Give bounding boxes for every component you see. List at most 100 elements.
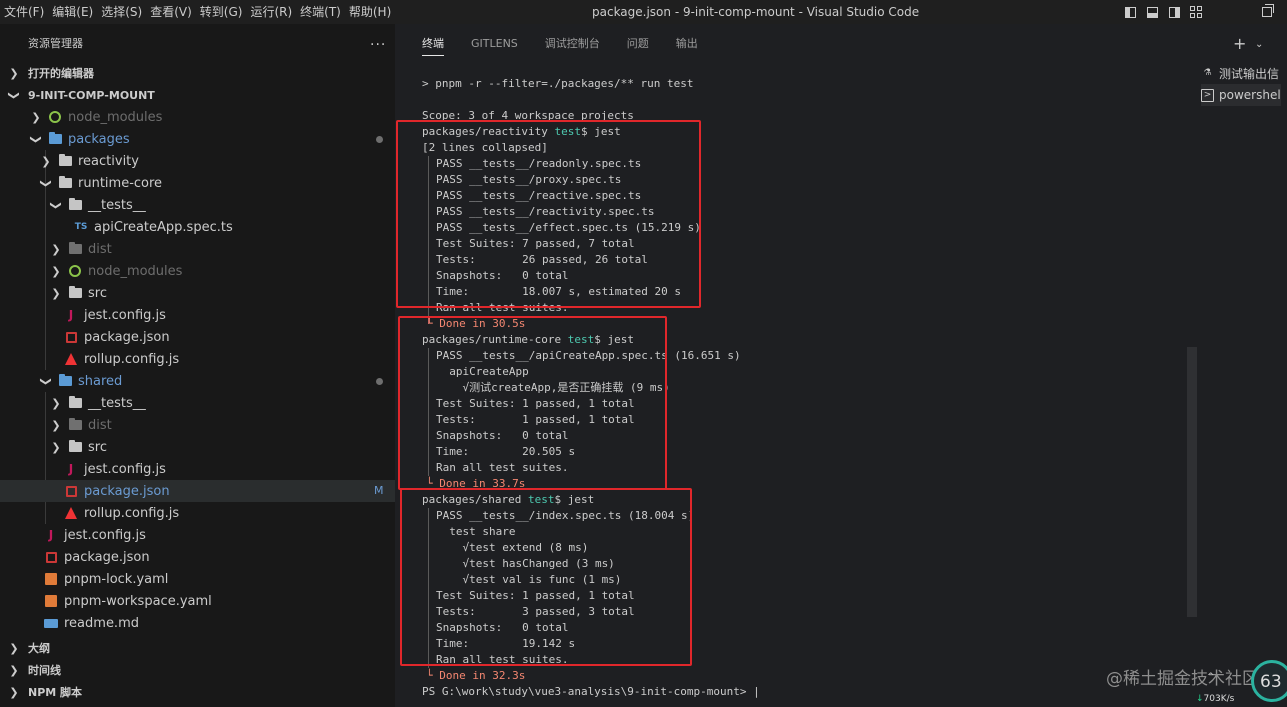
toggle-sidebar-button[interactable] — [1119, 0, 1141, 24]
toggle-panel-button[interactable] — [1141, 0, 1163, 24]
terminal-line: └ Done in 32.3s — [426, 669, 526, 682]
secondary-sidebar-layout-icon — [1168, 6, 1180, 18]
restore-window-button[interactable] — [1247, 0, 1287, 24]
chevron-down-icon[interactable]: ⌄ — [1255, 39, 1263, 50]
tree-shared-src[interactable]: ❯ src — [0, 436, 395, 458]
tree-root-package-json[interactable]: package.json — [0, 546, 395, 568]
layout-grid-icon — [1190, 6, 1202, 18]
npm-scripts-section[interactable]: ❯ NPM 脚本 — [0, 681, 82, 703]
tree-pnpm-lock[interactable]: pnpm-lock.yaml — [0, 568, 395, 590]
tree-shared-tests[interactable]: ❯ __tests__ — [0, 392, 395, 414]
jest-icon: J — [68, 308, 74, 322]
watermark: @稀土掘金技术社区 — [1106, 669, 1259, 689]
chevron-right-icon: ❯ — [31, 110, 41, 124]
tab-terminal[interactable]: 终端 — [422, 24, 444, 64]
tab-debug-console[interactable]: 调试控制台 — [545, 24, 600, 64]
jest-icon: J — [48, 528, 54, 542]
tab-problems[interactable]: 问题 — [627, 24, 649, 64]
customize-layout-button[interactable] — [1185, 0, 1207, 24]
highlight-box — [396, 120, 701, 308]
title-bar: 文件(F) 编辑(E) 选择(S) 查看(V) 转到(G) 运行(R) 终端(T… — [0, 0, 1287, 24]
restore-icon — [1262, 4, 1274, 17]
chevron-down-icon: ❯ — [49, 200, 63, 210]
markdown-icon — [44, 618, 58, 628]
pnpm-icon — [45, 573, 57, 585]
more-actions-icon[interactable]: ··· — [370, 37, 386, 53]
tree-packages[interactable]: ❯ packages — [0, 128, 395, 150]
terminal-entry-test-output[interactable]: ⚗ 测试输出信 — [1201, 62, 1281, 84]
tree-shared-jest-config[interactable]: Jjest.config.js — [0, 458, 395, 480]
menu-go[interactable]: 转到(G) — [196, 0, 247, 24]
menu-run[interactable]: 运行(R) — [246, 0, 296, 24]
highlight-box — [400, 488, 692, 666]
menu-help[interactable]: 帮助(H) — [345, 0, 395, 24]
panel-tabs: 终端 GITLENS 调试控制台 问题 输出 — [395, 24, 698, 64]
terminal-list: ⚗ 测试输出信 > powershel — [1201, 62, 1281, 106]
folder-icon — [68, 198, 82, 210]
tree-readme[interactable]: readme.md — [0, 612, 395, 634]
folder-icon — [68, 418, 82, 430]
test-output-icon: ⚗ — [1203, 68, 1212, 78]
menu-file[interactable]: 文件(F) — [0, 0, 48, 24]
tree-dist[interactable]: ❯ dist — [0, 238, 395, 260]
chevron-right-icon: ❯ — [51, 418, 61, 432]
modified-badge: M — [374, 484, 384, 497]
network-speed: ↓703K/s — [1196, 694, 1235, 704]
folder-icon — [68, 396, 82, 408]
folder-icon — [58, 154, 72, 166]
tree-src[interactable]: ❯ src — [0, 282, 395, 304]
project-section[interactable]: ❯ 9-INIT-COMP-MOUNT — [0, 84, 155, 106]
tree-tests-folder[interactable]: ❯ __tests__ — [0, 194, 395, 216]
folder-icon — [68, 286, 82, 298]
timeline-section[interactable]: ❯ 时间线 — [0, 659, 61, 681]
chevron-right-icon: ❯ — [9, 66, 19, 80]
tree-shared-dist[interactable]: ❯ dist — [0, 414, 395, 436]
menu-selection[interactable]: 选择(S) — [97, 0, 146, 24]
chevron-right-icon: ❯ — [51, 396, 61, 410]
outline-section[interactable]: ❯ 大纲 — [0, 637, 50, 659]
explorer-title: 资源管理器 — [28, 37, 83, 50]
tab-gitlens[interactable]: GITLENS — [471, 24, 518, 64]
terminal-entry-powershell[interactable]: > powershel — [1201, 84, 1281, 106]
new-terminal-icon[interactable]: + — [1233, 34, 1246, 53]
folder-icon — [58, 176, 72, 188]
toggle-secondary-sidebar-button[interactable] — [1163, 0, 1185, 24]
tree-rollup-config[interactable]: rollup.config.js — [0, 348, 395, 370]
terminal-prompt: PS G:\work\study\vue3-analysis\9-init-co… — [422, 685, 760, 698]
window-controls — [1119, 0, 1287, 24]
terminal-scrollbar[interactable] — [1187, 347, 1197, 617]
menu-terminal[interactable]: 终端(T) — [296, 0, 345, 24]
tree-shared[interactable]: ❯ shared — [0, 370, 395, 392]
terminal-line: > pnpm -r --filter=./packages/** run tes… — [422, 77, 694, 90]
tree-node-modules-inner[interactable]: ❯ node_modules — [0, 260, 395, 282]
terminal-icon: > — [1201, 88, 1214, 102]
chevron-down-icon: ❯ — [7, 90, 21, 100]
folder-icon — [48, 132, 62, 144]
npm-json-icon — [65, 485, 77, 497]
tree-shared-rollup-config[interactable]: rollup.config.js — [0, 502, 395, 524]
tree-reactivity[interactable]: ❯ reactivity — [0, 150, 395, 172]
tab-output[interactable]: 输出 — [676, 24, 698, 64]
tree-package-json[interactable]: package.json — [0, 326, 395, 348]
terminal-panel: 终端 GITLENS 调试控制台 问题 输出 + ⌄ > pnpm -r --f… — [395, 24, 1287, 707]
chevron-right-icon: ❯ — [51, 242, 61, 256]
npm-json-icon — [65, 331, 77, 343]
tree-root-jest-config[interactable]: Jjest.config.js — [0, 524, 395, 546]
rollup-icon — [65, 507, 77, 519]
menu-edit[interactable]: 编辑(E) — [48, 0, 97, 24]
ts-test-file-icon: TS — [74, 222, 88, 232]
tree-pnpm-workspace[interactable]: pnpm-workspace.yaml — [0, 590, 395, 612]
jest-icon: J — [68, 462, 74, 476]
tree-node-modules[interactable]: ❯ node_modules — [0, 106, 395, 128]
chevron-up-icon: ^ — [1207, 672, 1215, 682]
tree-shared-package-json[interactable]: package.json M — [0, 480, 395, 502]
explorer-sidebar: 资源管理器 ··· ❯ 打开的编辑器 ❯ 9-INIT-COMP-MOUNT ❯ no… — [0, 24, 395, 707]
tree-apicreateapp-spec[interactable]: TS apiCreateApp.spec.ts — [0, 216, 395, 238]
highlight-box — [398, 316, 667, 490]
menu-view[interactable]: 查看(V) — [146, 0, 196, 24]
tree-jest-config[interactable]: Jjest.config.js — [0, 304, 395, 326]
folder-icon — [68, 440, 82, 452]
tree-runtime-core[interactable]: ❯ runtime-core — [0, 172, 395, 194]
chevron-right-icon: ❯ — [9, 663, 19, 677]
pnpm-icon — [45, 595, 57, 607]
